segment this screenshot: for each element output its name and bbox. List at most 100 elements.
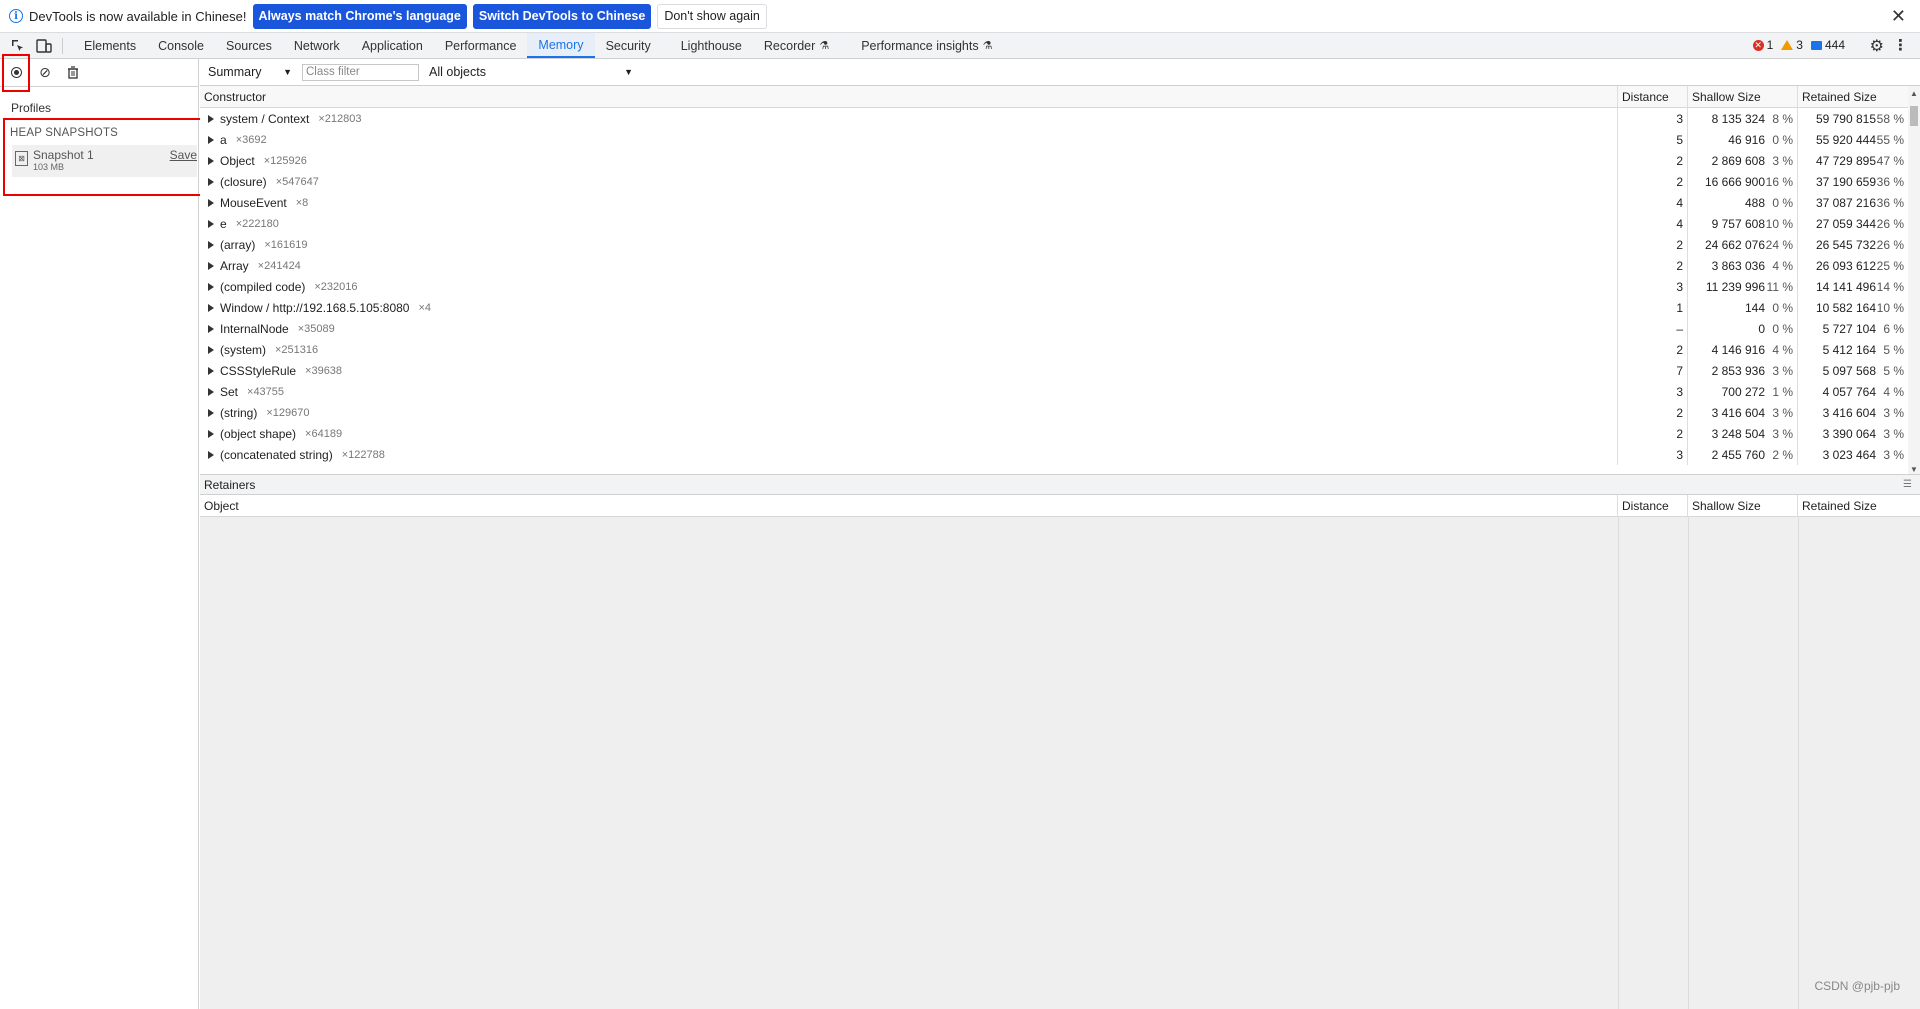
table-row[interactable]: (closure) ×547647 2 16 666 900 16 % 37 190 65… — [200, 171, 1920, 192]
grid-scrollbar[interactable]: ▲ ▼ — [1908, 86, 1920, 474]
table-row[interactable]: Array ×241424 2 3 863 036 4 % 26 093 612 25 % — [200, 255, 1920, 276]
tab-application[interactable]: Application — [351, 33, 434, 58]
scrollbar-thumb[interactable] — [1910, 106, 1918, 126]
snapshot-item[interactable]: ⊠ Snapshot 1 103 MB Save — [12, 145, 197, 177]
expand-triangle-icon[interactable] — [208, 156, 214, 165]
retained-size-cell: 3 023 464 3 % — [1798, 444, 1908, 465]
dont-show-again-button[interactable]: Don't show again — [657, 3, 767, 29]
header-retained-size[interactable]: Retained Size — [1798, 86, 1908, 107]
shallow-size-value: 488 — [1744, 195, 1765, 210]
warning-counter[interactable]: 3 — [1781, 38, 1803, 52]
device-toolbar-icon[interactable] — [36, 38, 52, 54]
shallow-size-percent: 0 % — [1772, 321, 1793, 336]
shallow-size-value: 4 146 916 — [1711, 342, 1765, 357]
table-row[interactable]: (system) ×251316 2 4 146 916 4 % 5 412 164 5 % — [200, 339, 1920, 360]
shallow-size-percent: 8 % — [1772, 111, 1793, 126]
clear-icon[interactable]: ⊘ — [34, 61, 56, 85]
table-row[interactable]: InternalNode ×35089 – 0 0 % 5 727 104 6 % — [200, 318, 1920, 339]
table-row[interactable]: a ×3692 5 46 916 0 % 55 920 444 55 % — [200, 129, 1920, 150]
expand-triangle-icon[interactable] — [208, 198, 214, 207]
table-row[interactable]: Window / http://192.168.5.105:8080 ×4 1 144… — [200, 297, 1920, 318]
expand-triangle-icon[interactable] — [208, 324, 214, 333]
distance-cell: 5 — [1618, 129, 1688, 150]
garbage-collect-icon[interactable] — [62, 61, 84, 85]
shallow-size-cell: 144 0 % — [1688, 297, 1798, 318]
constructor-name: MouseEvent — [220, 195, 287, 210]
expand-triangle-icon[interactable] — [208, 345, 214, 354]
retainers-header-shallow-size[interactable]: Shallow Size — [1688, 495, 1798, 516]
distance-cell: 2 — [1618, 234, 1688, 255]
inspect-element-icon[interactable] — [10, 38, 26, 54]
table-row[interactable]: (compiled code) ×232016 3 11 239 996 11 % 14 … — [200, 276, 1920, 297]
table-row[interactable]: CSSStyleRule ×39638 7 2 853 936 3 % 5 097 568… — [200, 360, 1920, 381]
expand-triangle-icon[interactable] — [208, 114, 214, 123]
expand-triangle-icon[interactable] — [208, 366, 214, 375]
tab-memory[interactable]: Memory — [527, 33, 595, 58]
table-row[interactable]: (concatenated string) ×122788 3 2 455 760 2 … — [200, 444, 1920, 465]
retainers-header-retained-size[interactable]: Retained Size — [1798, 495, 1908, 516]
shallow-size-value: 700 272 — [1721, 384, 1765, 399]
header-distance[interactable]: Distance — [1618, 86, 1688, 107]
menu-lines-icon[interactable]: ☰ — [1903, 479, 1912, 490]
settings-gear-icon[interactable]: ⚙ — [1870, 36, 1884, 56]
expand-triangle-icon[interactable] — [208, 450, 214, 459]
expand-triangle-icon[interactable] — [208, 219, 214, 228]
expand-triangle-icon[interactable] — [208, 261, 214, 270]
view-select[interactable]: Summary ▼ — [208, 65, 292, 79]
retainers-header-object[interactable]: Object — [200, 495, 1618, 516]
tab-recorder[interactable]: Recorder ⚗ — [753, 33, 840, 58]
save-snapshot-link[interactable]: Save — [170, 148, 197, 162]
constructor-cell: (string) ×129670 — [200, 402, 1618, 423]
retained-size-percent: 47 % — [1876, 153, 1904, 168]
close-icon[interactable]: ✕ — [1891, 6, 1906, 27]
shallow-size-percent: 3 % — [1772, 426, 1793, 441]
scroll-up-icon[interactable]: ▲ — [1910, 89, 1918, 98]
shallow-size-percent: 11 % — [1766, 279, 1793, 294]
table-row[interactable]: (object shape) ×64189 2 3 248 504 3 % 3 390 0… — [200, 423, 1920, 444]
table-row[interactable]: e ×222180 4 9 757 608 10 % 27 059 344 26 % — [200, 213, 1920, 234]
retained-size-cell: 4 057 764 4 % — [1798, 381, 1908, 402]
expand-triangle-icon[interactable] — [208, 282, 214, 291]
tab-elements[interactable]: Elements — [73, 33, 147, 58]
more-options-icon[interactable]: ⋮ — [1893, 36, 1908, 54]
expand-triangle-icon[interactable] — [208, 303, 214, 312]
tab-sources[interactable]: Sources — [215, 33, 283, 58]
tab-security[interactable]: Security — [595, 33, 662, 58]
error-counter[interactable]: ✕ 1 — [1752, 38, 1773, 52]
always-match-language-button[interactable]: Always match Chrome's language — [252, 3, 467, 29]
expand-triangle-icon[interactable] — [208, 408, 214, 417]
highlight-box-record — [2, 54, 30, 92]
expand-triangle-icon[interactable] — [208, 429, 214, 438]
table-row[interactable]: (string) ×129670 2 3 416 604 3 % 3 416 604 3 % — [200, 402, 1920, 423]
tab-performance[interactable]: Performance — [434, 33, 528, 58]
table-row[interactable]: MouseEvent ×8 4 488 0 % 37 087 216 36 % — [200, 192, 1920, 213]
constructor-name: a — [220, 132, 227, 147]
expand-triangle-icon[interactable] — [208, 240, 214, 249]
expand-triangle-icon[interactable] — [208, 387, 214, 396]
table-row[interactable]: system / Context ×212803 3 8 135 324 8 % 59 7… — [200, 108, 1920, 129]
table-row[interactable]: Set ×43755 3 700 272 1 % 4 057 764 4 % — [200, 381, 1920, 402]
snapshot-text: Snapshot 1 103 MB — [33, 145, 94, 172]
objects-filter-select[interactable]: All objects ▼ — [429, 65, 633, 79]
tab-console[interactable]: Console — [147, 33, 215, 58]
message-counter[interactable]: 444 — [1810, 38, 1845, 52]
scroll-down-icon[interactable]: ▼ — [1910, 465, 1918, 474]
tab-lighthouse[interactable]: Lighthouse — [670, 33, 753, 58]
retainers-header-distance[interactable]: Distance — [1618, 495, 1688, 516]
header-constructor[interactable]: Constructor — [200, 86, 1618, 107]
table-row[interactable]: Object ×125926 2 2 869 608 3 % 47 729 895 47 % — [200, 150, 1920, 171]
table-row[interactable]: (array) ×161619 2 24 662 076 24 % 26 545 732 2… — [200, 234, 1920, 255]
issue-counters[interactable]: ✕ 1 3 444 — [1745, 38, 1845, 52]
grid-body: system / Context ×212803 3 8 135 324 8 % 59 7… — [200, 108, 1920, 465]
header-shallow-size[interactable]: Shallow Size — [1688, 86, 1798, 107]
tab-network[interactable]: Network — [283, 33, 351, 58]
shallow-size-value: 2 869 608 — [1711, 153, 1765, 168]
class-filter-input[interactable]: Class filter — [302, 63, 419, 81]
retained-size-value: 37 190 659 — [1815, 174, 1876, 189]
retained-size-value: 37 087 216 — [1815, 195, 1876, 210]
expand-triangle-icon[interactable] — [208, 135, 214, 144]
distance-cell: – — [1618, 318, 1688, 339]
switch-to-chinese-button[interactable]: Switch DevTools to Chinese — [472, 3, 652, 29]
expand-triangle-icon[interactable] — [208, 177, 214, 186]
tab-performance-insights[interactable]: Performance insights ⚗ — [850, 33, 1003, 58]
